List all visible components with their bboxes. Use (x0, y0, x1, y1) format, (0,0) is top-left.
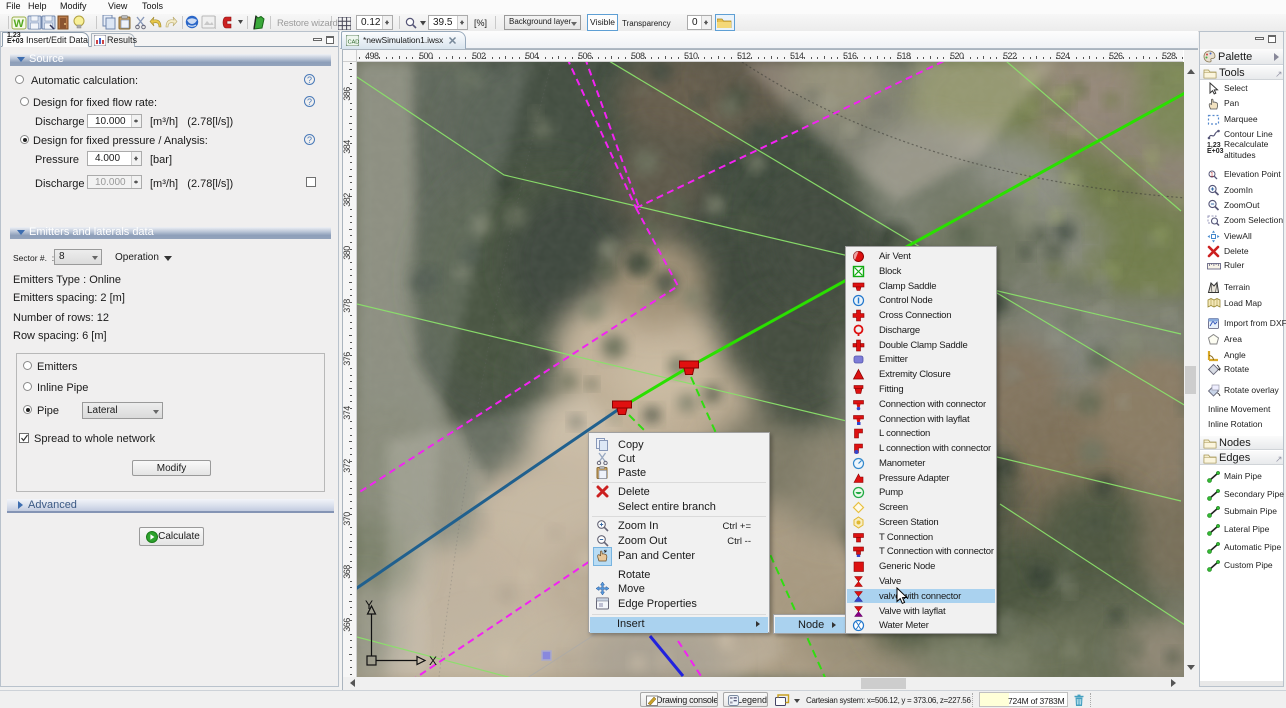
svg-text:Y: Y (365, 598, 373, 612)
svg-text:W: W (14, 18, 25, 30)
svg-text:1: 1 (1210, 172, 1214, 178)
svg-text:CAD: CAD (348, 40, 359, 46)
svg-text:X: X (429, 654, 437, 668)
